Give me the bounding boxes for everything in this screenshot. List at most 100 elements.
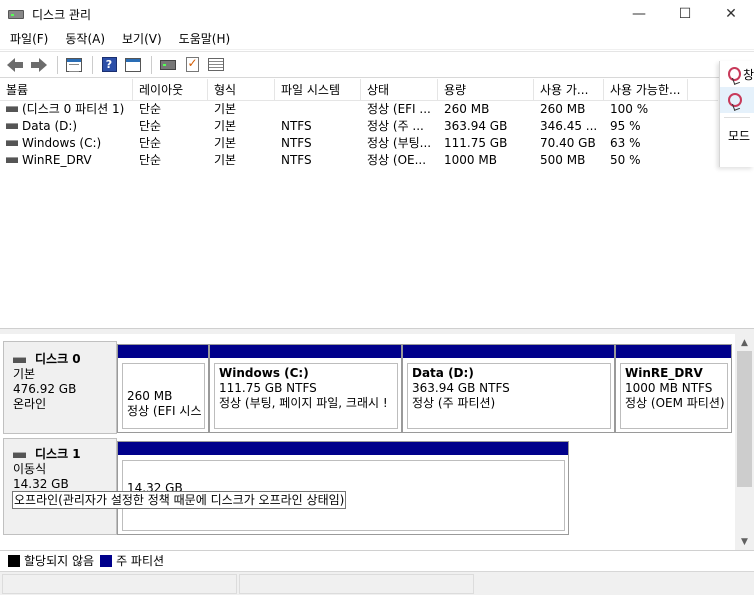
disk-icon	[160, 59, 176, 70]
column-header-layout[interactable]: 레이아웃	[133, 79, 208, 101]
table-cell: 기본	[214, 102, 237, 116]
disk-label[interactable]: 디스크 0 기본 476.92 GB 온라인	[3, 341, 117, 434]
column-header-percent-free[interactable]: 사용 가능한...	[604, 79, 688, 101]
partition-size: 260 MB	[127, 389, 173, 403]
checklist-icon	[185, 56, 199, 72]
table-cell: 기본	[214, 136, 237, 150]
menu-help[interactable]: 도움말(H)	[172, 29, 238, 49]
toolbar-separator	[57, 55, 58, 74]
volume-list[interactable]: 볼륨 레이아웃 형식 파일 시스템 상태 용량 사용 가... 사용 가능한..…	[0, 79, 718, 328]
minimize-button[interactable]: —	[616, 0, 662, 28]
disk-status: 온라인	[13, 397, 47, 411]
menu-bar: 파일(F) 동작(A) 보기(V) 도움말(H)	[0, 28, 754, 50]
table-cell: 단순	[139, 102, 162, 116]
disk-graphical-view: 디스크 0 기본 476.92 GB 온라인 260 MB 정상 (EFI 시스…	[0, 334, 735, 546]
forward-button[interactable]	[28, 55, 50, 75]
partition-status: 정상 (주 파티션)	[412, 396, 496, 410]
column-header-capacity[interactable]: 용량	[438, 79, 534, 101]
partition-block[interactable]: 260 MB 정상 (EFI 시스	[117, 344, 209, 433]
vertical-scrollbar[interactable]: ▲ ▼	[735, 334, 754, 550]
properties-button[interactable]	[122, 55, 144, 75]
column-header-status[interactable]: 상태	[361, 79, 438, 101]
scroll-down-icon[interactable]: ▼	[735, 533, 754, 550]
table-cell: NTFS	[281, 153, 312, 167]
volume-name: Windows (C:)	[22, 136, 102, 150]
disk-name: 디스크 1	[35, 447, 81, 461]
legend: 할당되지 않음 주 파티션	[0, 550, 754, 570]
partition-inner: 260 MB 정상 (EFI 시스	[122, 363, 205, 429]
disk-row: 디스크 0 기본 476.92 GB 온라인 260 MB 정상 (EFI 시스…	[0, 334, 735, 434]
table-row[interactable]: Data (D:) 단순 기본 NTFS 정상 (주 ... 363.94 GB…	[0, 118, 718, 135]
disk-type: 이동식	[13, 462, 47, 476]
partition-inner: WinRE_DRV 1000 MB NTFS 정상 (OEM 파티션)	[620, 363, 728, 429]
disk-label[interactable]: 디스크 1 이동식 14.32 GB	[3, 438, 117, 535]
magnifier-icon	[728, 93, 742, 107]
back-button[interactable]	[4, 55, 26, 75]
column-header-free-space[interactable]: 사용 가...	[534, 79, 604, 101]
scroll-up-icon[interactable]: ▲	[735, 334, 754, 351]
show-hide-console-tree-button[interactable]	[63, 55, 85, 75]
action-label: 모드	[728, 128, 751, 143]
menu-view[interactable]: 보기(V)	[115, 29, 169, 49]
column-header-type[interactable]: 형식	[208, 79, 275, 101]
table-row[interactable]: Windows (C:) 단순 기본 NTFS 정상 (부팅... 111.75…	[0, 135, 718, 152]
menu-action[interactable]: 동작(A)	[58, 29, 112, 49]
list-icon	[208, 58, 224, 71]
table-cell: 111.75 GB	[444, 136, 508, 150]
maximize-button[interactable]: ☐	[662, 0, 708, 28]
partition-inner: Windows (C:) 111.75 GB NTFS 정상 (부팅, 페이지 …	[214, 363, 398, 429]
partition-name: Data (D:)	[412, 366, 474, 380]
partition-size: 363.94 GB NTFS	[412, 381, 510, 395]
table-cell: 260 MB	[540, 102, 586, 116]
volume-icon	[6, 105, 18, 112]
table-cell: 단순	[139, 119, 162, 133]
partition-block[interactable]: Windows (C:) 111.75 GB NTFS 정상 (부팅, 페이지 …	[209, 344, 402, 433]
check-button[interactable]	[181, 55, 203, 75]
table-cell: 기본	[214, 153, 237, 167]
list-button[interactable]	[205, 55, 227, 75]
partition-bar	[118, 442, 568, 456]
help-button[interactable]: ?	[98, 55, 120, 75]
partition-status: 정상 (부팅, 페이지 파일, 크래시 !	[219, 396, 388, 410]
column-header-volume[interactable]: 볼륨	[0, 79, 133, 101]
legend-label: 할당되지 않음	[24, 554, 95, 568]
close-button[interactable]: ✕	[708, 0, 754, 28]
table-row[interactable]: WinRE_DRV 단순 기본 NTFS 정상 (OE... 1000 MB 5…	[0, 152, 718, 169]
partition-bar	[210, 345, 401, 359]
volume-name: WinRE_DRV	[22, 153, 92, 167]
offline-tooltip: 오프라인(관리자가 설정한 정책 때문에 디스크가 오프라인 상태임)	[12, 491, 347, 509]
scrollbar-thumb[interactable]	[737, 351, 752, 487]
table-row[interactable]: (디스크 0 파티션 1) 단순 기본 정상 (EFI ... 260 MB 2…	[0, 101, 718, 118]
action-item[interactable]	[720, 87, 754, 113]
partition-block[interactable]: WinRE_DRV 1000 MB NTFS 정상 (OEM 파티션)	[615, 344, 732, 433]
action-item[interactable]: 창	[720, 61, 754, 87]
table-cell: 70.40 GB	[540, 136, 596, 150]
disk-name: 디스크 0	[35, 352, 81, 366]
column-header-filesystem[interactable]: 파일 시스템	[275, 79, 361, 101]
table-cell: 기본	[214, 119, 237, 133]
disk-type: 기본	[13, 367, 36, 381]
partition-block[interactable]: Data (D:) 363.94 GB NTFS 정상 (주 파티션)	[402, 344, 615, 433]
partition-name: Windows (C:)	[219, 366, 309, 380]
partition-block[interactable]: 14.32 GB	[117, 441, 569, 535]
table-cell	[275, 101, 361, 118]
help-icon: ?	[101, 57, 117, 72]
status-segment	[239, 574, 474, 594]
back-icon	[7, 57, 23, 72]
menu-file[interactable]: 파일(F)	[3, 29, 55, 49]
toolbar-separator	[92, 55, 93, 74]
action-item[interactable]: 모드	[720, 122, 754, 148]
table-cell: 단순	[139, 136, 162, 150]
partition-name: WinRE_DRV	[625, 366, 703, 380]
volume-icon	[6, 122, 18, 129]
partition-status: 정상 (EFI 시스	[127, 404, 202, 418]
status-bar	[0, 571, 754, 595]
volume-name: Data (D:)	[22, 119, 78, 133]
toolbar: ?	[0, 51, 754, 78]
connect-disk-button[interactable]	[157, 55, 179, 75]
forward-icon	[31, 57, 47, 72]
partition-bar	[118, 345, 208, 359]
title-bar: 디스크 관리 — ☐ ✕	[0, 0, 754, 28]
table-cell: 95 %	[610, 119, 641, 133]
actions-panel: 창 모드	[719, 61, 754, 167]
